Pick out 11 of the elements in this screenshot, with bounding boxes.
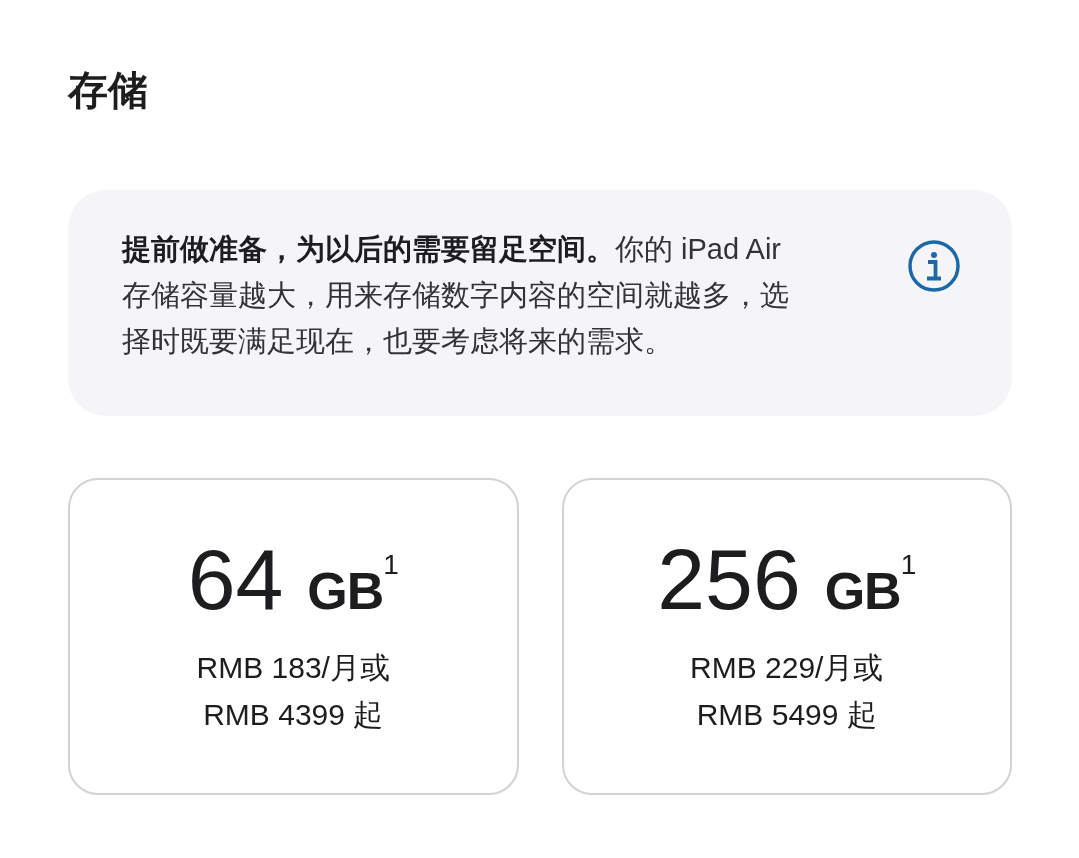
price-text: RMB 183/月或 bbox=[196, 649, 390, 686]
notice-text: 提前做准备，为以后的需要留足空间。你的 iPad Air 存储容量越大，用来存储数字内容的空间就越多，选择时既要满足现在，也要考虑将来的需求。 bbox=[122, 232, 790, 359]
capacity-label: 256 GB$^{1}$ bbox=[657, 535, 917, 622]
price-text: RMB 4399 起 bbox=[203, 696, 384, 733]
price-text: RMB 5499 起 bbox=[696, 696, 877, 733]
storage-option[interactable]: 256 GB$^{1}$ RMB 229/月或 RMB 5499 起 bbox=[561, 478, 1012, 795]
section-title: 存储 bbox=[68, 67, 149, 114]
storage-option[interactable]: 64 GB$^{1}$ RMB 183/月或 RMB 4399 起 bbox=[68, 478, 519, 795]
info-icon[interactable] bbox=[908, 240, 960, 292]
price-text: RMB 229/月或 bbox=[690, 649, 884, 686]
capacity-label: 64 GB$^{1}$ bbox=[187, 535, 399, 622]
